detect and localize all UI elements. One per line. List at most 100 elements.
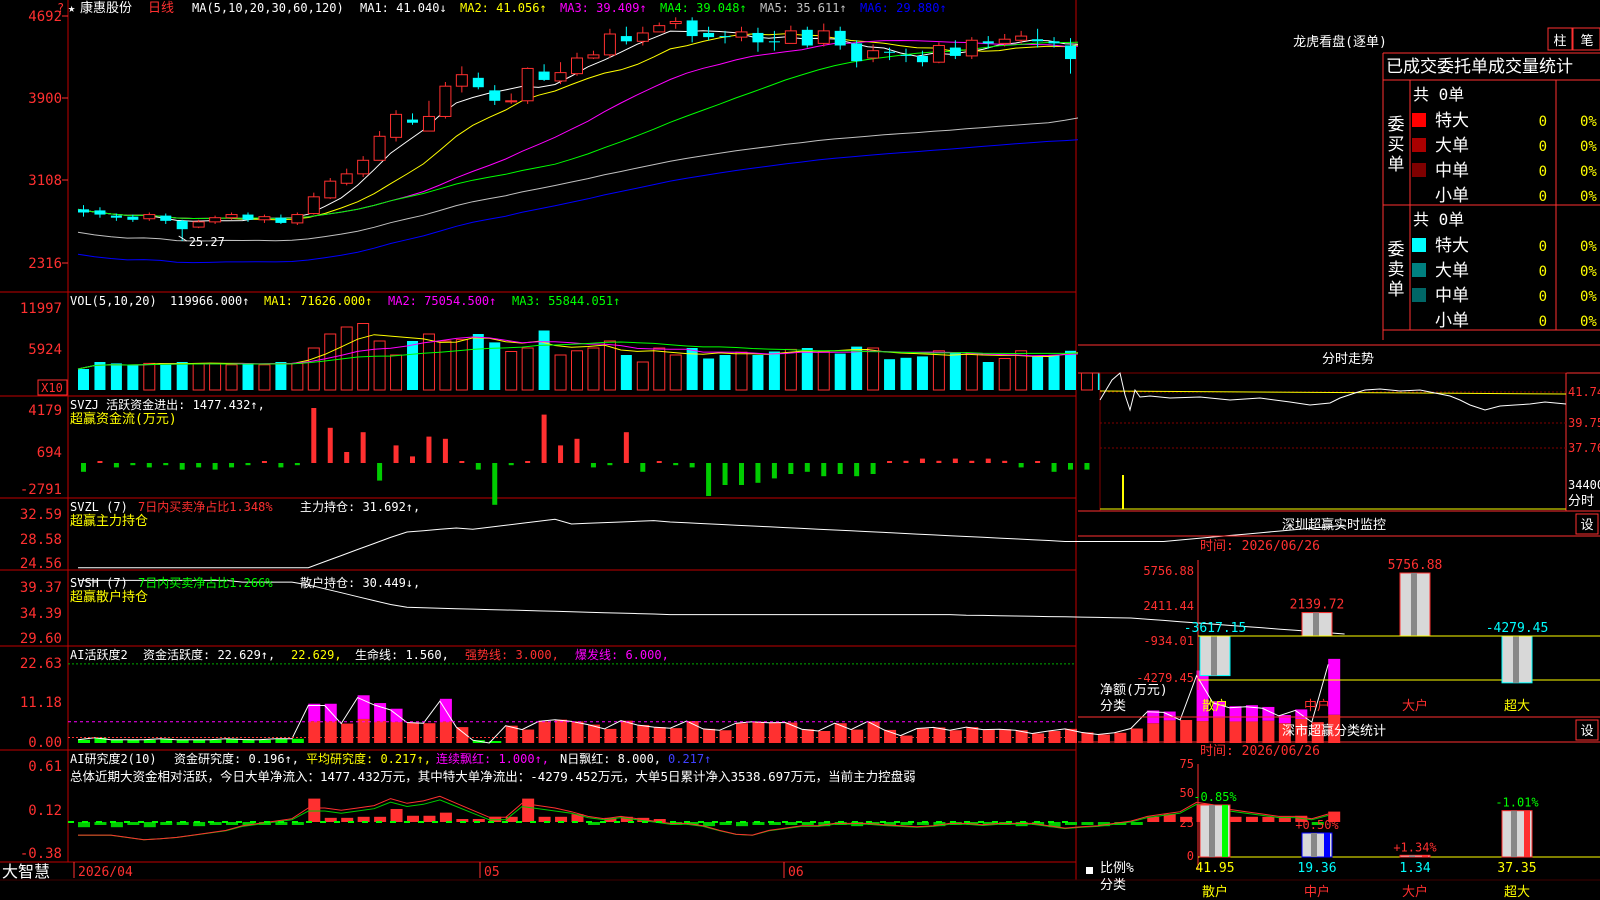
- volume-bar: [1032, 356, 1044, 390]
- activity-bar: [258, 739, 271, 743]
- buy-row-pct: 0%: [1580, 139, 1597, 155]
- ai2-item-4: 强势线: 3.000,: [465, 648, 559, 662]
- candle-body: [307, 196, 320, 215]
- column-toggle-label[interactable]: 柱: [1553, 34, 1566, 49]
- activity-bar: [768, 722, 781, 743]
- activity-bar: [538, 721, 551, 743]
- volume-bar: [472, 334, 484, 390]
- fund-flow-bar: [1084, 463, 1090, 470]
- svzj-ytick: 4179: [28, 403, 62, 419]
- candle-body: [521, 67, 534, 102]
- svzl-ratio: 7日内买卖净占比1.348%: [138, 499, 273, 514]
- classify-bar-shade: [1209, 804, 1215, 857]
- activity-bar: [1180, 720, 1193, 743]
- vol-ma-value-1: MA1: 71626.000↑: [264, 294, 372, 308]
- monitor-settings-label[interactable]: 设: [1580, 518, 1593, 533]
- classify-settings-label[interactable]: 设: [1580, 724, 1593, 739]
- volume-bar: [719, 355, 731, 390]
- activity-bar: [966, 727, 979, 743]
- monitor-category-label: 分类: [1100, 699, 1126, 714]
- favorite-star-icon[interactable]: ★: [68, 1, 75, 15]
- vol-unit-label[interactable]: X10: [41, 381, 63, 395]
- activity-bar: [407, 722, 419, 743]
- monitor-bar-shade: [1513, 636, 1519, 683]
- help-icon[interactable]: ?: [57, 1, 64, 15]
- activity-bar: [571, 721, 584, 743]
- activity-bar: [143, 739, 156, 743]
- brand-logo: 大智慧: [2, 862, 50, 881]
- main-canvas[interactable]: 46.9225.274692390031082316★康惠股份日线MA(5,10…: [0, 0, 1600, 900]
- stat-title: 已成交委托单成交量统计: [1386, 57, 1573, 77]
- fund-flow-bar: [163, 463, 169, 466]
- activity-bar: [439, 721, 452, 743]
- fund-flow-bar: [903, 460, 909, 463]
- candle-body: [242, 214, 254, 220]
- classify-change-label: -1.01%: [1495, 796, 1539, 810]
- volume-bar: [209, 362, 222, 391]
- activity-bar: [275, 738, 288, 743]
- ai2-ytick: 22.63: [20, 656, 62, 672]
- ma-value-4: MA4: 39.048↑: [660, 1, 747, 15]
- candle-body: [275, 217, 287, 223]
- ai2-item-3: 生命线: 1.560,: [355, 647, 449, 662]
- activity-bar: [1114, 732, 1127, 743]
- fund-flow-bar: [261, 461, 267, 463]
- volume-bar: [669, 354, 682, 391]
- research-bar: [522, 798, 535, 822]
- ma-value-2: MA2: 41.056↑: [460, 1, 547, 15]
- intraday-volume-spike: [1122, 475, 1124, 509]
- activity-bar: [900, 735, 913, 743]
- classify-time: 时间: 2026/06/26: [1200, 744, 1320, 759]
- fund-flow-bar: [640, 463, 646, 472]
- stock-name[interactable]: 康惠股份: [80, 0, 132, 16]
- classify-bar-shade: [1311, 832, 1317, 857]
- monitor-category: 大户: [1402, 698, 1428, 714]
- activity-burst-bar: [1278, 715, 1291, 724]
- candle-body: [127, 216, 139, 220]
- candle-body: [851, 43, 863, 62]
- sell-row-value: 0: [1539, 239, 1547, 255]
- ai-research-item-5: 0.217↑: [668, 752, 711, 766]
- fund-flow-bar: [607, 463, 613, 466]
- classify-value-label: 19.36: [1297, 861, 1336, 876]
- monitor-value-label: 2139.72: [1290, 598, 1345, 613]
- fund-flow-bar: [130, 463, 136, 466]
- fund-flow-bar: [377, 463, 383, 481]
- candle-body: [965, 39, 978, 57]
- lock-icon[interactable]: [1086, 867, 1093, 874]
- candle-body: [636, 32, 649, 42]
- candle-body: [538, 71, 550, 80]
- fund-flow-bar: [936, 460, 942, 463]
- classify-value-label: 1.34: [1399, 861, 1430, 876]
- volume-bar: [900, 357, 912, 390]
- buy-row-pct: 0%: [1580, 164, 1597, 180]
- volume-bar: [998, 358, 1011, 391]
- candle-body: [1065, 45, 1076, 60]
- low-marker-label: 25.27: [189, 235, 225, 249]
- volume-bar: [1048, 355, 1060, 390]
- volume-bar: [407, 341, 418, 390]
- svsh-label: SVSH (7): [70, 576, 128, 590]
- intraday-vol-label: 分时: [1568, 494, 1594, 509]
- research-bar: [571, 814, 584, 822]
- volume-bar: [982, 362, 994, 390]
- buy-row-value: 0: [1539, 164, 1547, 180]
- fund-flow-bar: [475, 463, 481, 470]
- candle-body: [784, 30, 797, 44]
- tick-toggle-label[interactable]: 笔: [1580, 33, 1593, 49]
- intraday-ytick: 37.76: [1568, 441, 1600, 455]
- classify-title: 深市超赢分类统计: [1282, 723, 1386, 739]
- fund-flow-bar: [294, 463, 300, 466]
- volume-bar: [127, 365, 139, 390]
- classify-ytick: 0: [1187, 849, 1194, 863]
- sell-row-swatch: [1412, 263, 1426, 277]
- activity-bar: [982, 729, 995, 743]
- candle-body: [340, 173, 353, 184]
- activity-burst-bar: [390, 708, 403, 722]
- fund-flow-bar: [97, 461, 103, 463]
- volume-bar: [965, 353, 978, 391]
- price-ytick: 3900: [28, 91, 62, 107]
- period-label[interactable]: 日线: [148, 1, 174, 16]
- volume-bar: [703, 358, 715, 390]
- candle-body: [998, 38, 1011, 44]
